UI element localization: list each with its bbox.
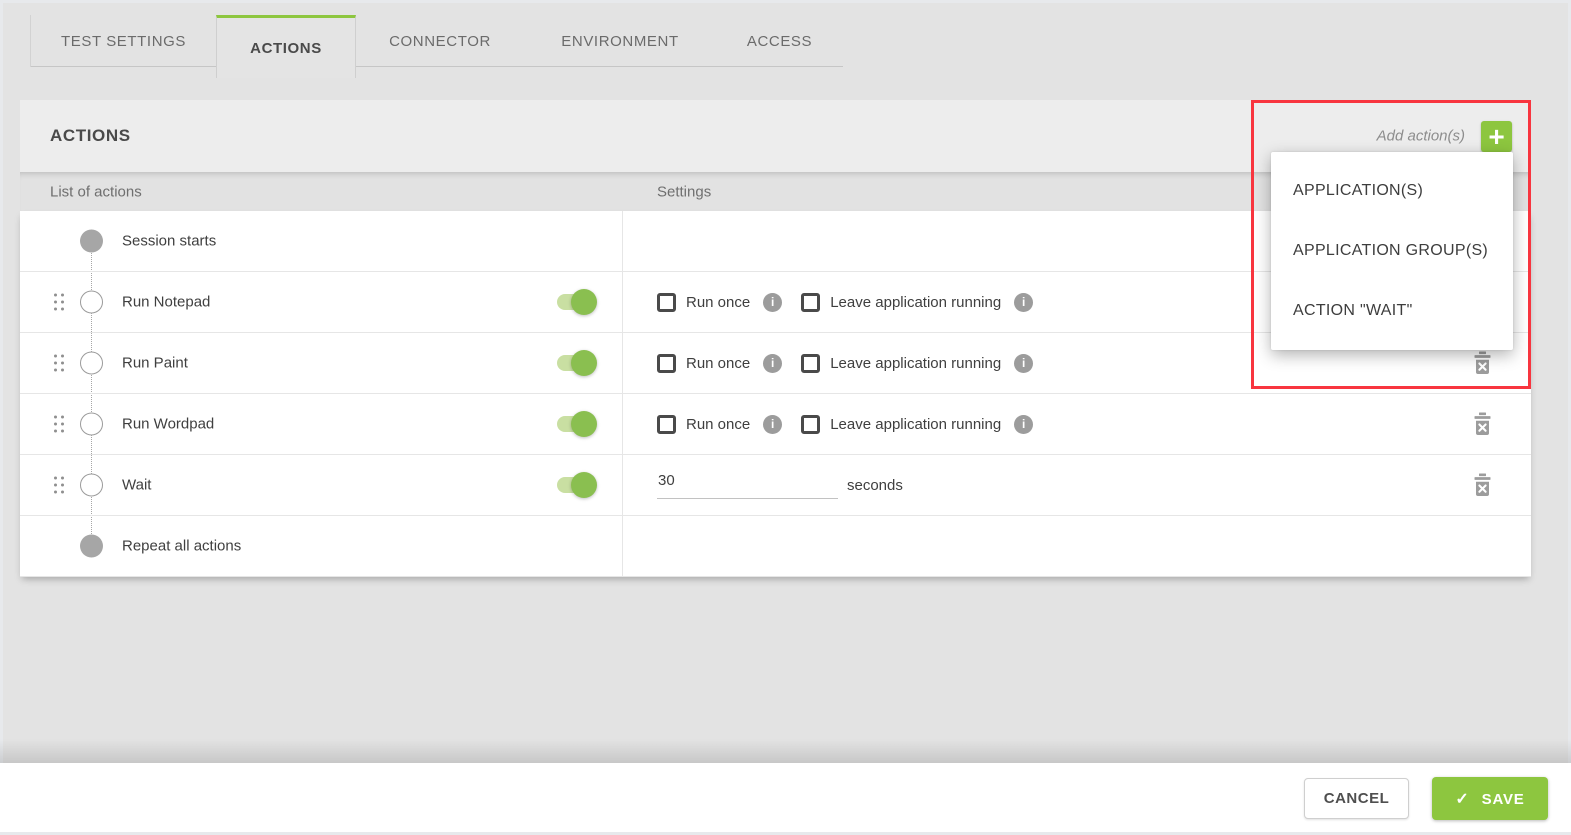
leave-running-label: Leave application running — [830, 294, 1001, 311]
tab-connector[interactable]: CONNECTOR — [356, 15, 524, 67]
enabled-toggle[interactable] — [557, 294, 595, 310]
action-node-icon — [80, 413, 103, 436]
trash-icon — [1473, 413, 1492, 436]
toggle-knob — [571, 289, 597, 315]
menu-item-application-groups[interactable]: APPLICATION GROUP(S) — [1271, 221, 1513, 281]
row-repeat-cell: Repeat all actions — [20, 516, 623, 576]
toggle-knob — [571, 350, 597, 376]
wait-unit-label: seconds — [847, 477, 903, 494]
leave-running-checkbox[interactable] — [801, 415, 820, 434]
plus-icon: + — [1481, 123, 1512, 151]
enabled-toggle[interactable] — [557, 477, 595, 493]
info-icon[interactable]: i — [1014, 415, 1033, 434]
row-session-starts-cell: Session starts — [20, 211, 623, 271]
menu-item-action-wait[interactable]: ACTION "WAIT" — [1271, 281, 1513, 341]
run-once-checkbox[interactable] — [657, 415, 676, 434]
delete-action-button[interactable] — [1473, 474, 1492, 497]
tab-actions[interactable]: ACTIONS — [216, 15, 356, 78]
run-once-label: Run once — [686, 294, 750, 311]
run-once-checkbox[interactable] — [657, 354, 676, 373]
row-run-wordpad: Run Wordpad Run once i Leave application… — [20, 394, 1531, 455]
run-once-label: Run once — [686, 416, 750, 433]
drag-handle-icon[interactable] — [54, 477, 64, 494]
tab-environment[interactable]: ENVIRONMENT — [524, 15, 716, 67]
row-wait: Wait seconds — [20, 455, 1531, 516]
row-repeat-all-actions: Repeat all actions — [20, 516, 1531, 577]
cancel-button[interactable]: CANCEL — [1304, 778, 1409, 819]
toggle-knob — [571, 472, 597, 498]
save-button-label: SAVE — [1482, 791, 1525, 808]
leave-running-checkbox[interactable] — [801, 293, 820, 312]
row-wait-cell: Wait — [20, 455, 623, 515]
row-repeat-settings — [623, 516, 1531, 576]
info-icon[interactable]: i — [763, 415, 782, 434]
drag-handle-icon[interactable] — [54, 294, 64, 311]
add-actions-label: Add action(s) — [1377, 128, 1465, 145]
run-once-label: Run once — [686, 355, 750, 372]
wait-seconds-input[interactable] — [657, 472, 838, 499]
session-start-node-icon — [80, 230, 103, 253]
leave-running-label: Leave application running — [830, 355, 1001, 372]
row-label: Session starts — [122, 233, 216, 250]
column-header-list-of-actions: List of actions — [50, 183, 142, 200]
leave-running-label: Leave application running — [830, 416, 1001, 433]
leave-running-checkbox[interactable] — [801, 354, 820, 373]
action-node-icon — [80, 352, 103, 375]
info-icon[interactable]: i — [763, 354, 782, 373]
trash-icon — [1473, 352, 1492, 375]
row-run-wordpad-cell: Run Wordpad — [20, 394, 623, 454]
enabled-toggle[interactable] — [557, 355, 595, 371]
menu-item-applications[interactable]: APPLICATION(S) — [1271, 161, 1513, 221]
tab-test-settings[interactable]: TEST SETTINGS — [30, 15, 216, 67]
info-icon[interactable]: i — [763, 293, 782, 312]
panel-title: ACTIONS — [50, 126, 131, 146]
row-label: Repeat all actions — [122, 538, 241, 555]
test-configuration-page: TEST SETTINGS ACTIONS CONNECTOR ENVIRONM… — [0, 0, 1571, 835]
row-run-wordpad-settings: Run once i Leave application running i — [623, 394, 1531, 454]
row-label: Run Wordpad — [122, 416, 214, 433]
enabled-toggle[interactable] — [557, 416, 595, 432]
add-action-dropdown-menu: APPLICATION(S) APPLICATION GROUP(S) ACTI… — [1271, 152, 1513, 350]
tab-access[interactable]: ACCESS — [716, 15, 843, 67]
info-icon[interactable]: i — [1014, 354, 1033, 373]
save-button[interactable]: ✓ SAVE — [1432, 777, 1548, 820]
info-icon[interactable]: i — [1014, 293, 1033, 312]
row-label: Run Notepad — [122, 294, 210, 311]
repeat-node-icon — [80, 535, 103, 558]
column-header-settings: Settings — [657, 183, 711, 200]
run-once-checkbox[interactable] — [657, 293, 676, 312]
checkmark-icon: ✓ — [1455, 791, 1469, 808]
action-node-icon — [80, 291, 103, 314]
drag-handle-icon[interactable] — [54, 416, 64, 433]
delete-action-button[interactable] — [1473, 352, 1492, 375]
add-action-button[interactable]: + — [1481, 121, 1512, 152]
row-label: Run Paint — [122, 355, 188, 372]
row-run-notepad-cell: Run Notepad — [20, 272, 623, 332]
trash-icon — [1473, 474, 1492, 497]
footer-bar: CANCEL ✓ SAVE — [0, 763, 1571, 832]
row-run-paint-cell: Run Paint — [20, 333, 623, 393]
row-wait-settings: seconds — [623, 455, 1531, 515]
action-node-icon — [80, 474, 103, 497]
toggle-knob — [571, 411, 597, 437]
row-label: Wait — [122, 477, 151, 494]
drag-handle-icon[interactable] — [54, 355, 64, 372]
delete-action-button[interactable] — [1473, 413, 1492, 436]
